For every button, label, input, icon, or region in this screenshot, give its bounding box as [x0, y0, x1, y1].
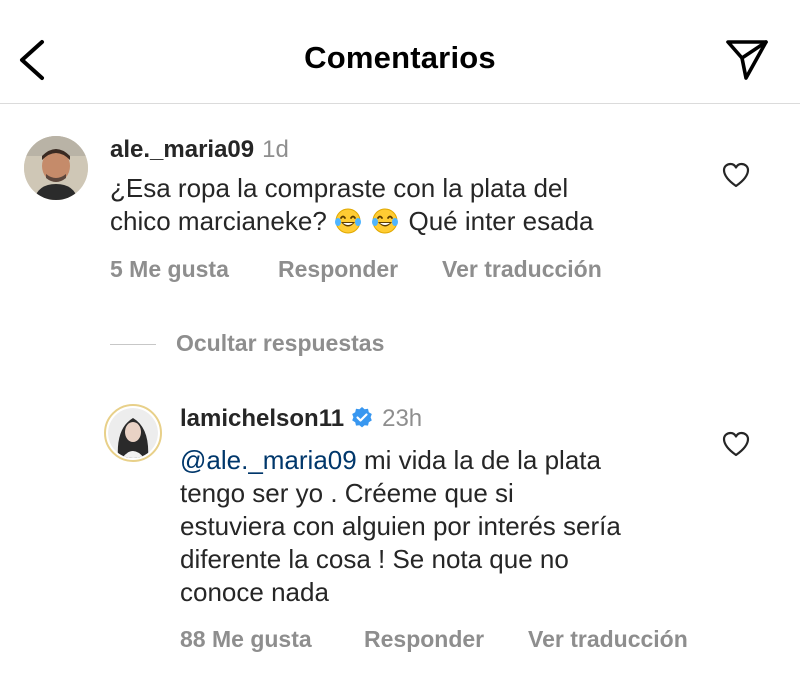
reply-timestamp: 23h: [382, 405, 423, 432]
like-button[interactable]: [722, 162, 752, 190]
reply-text-line: @ale._maria09 mi vida la de la plata: [180, 444, 720, 477]
avatar-image: [108, 408, 158, 458]
comment-text-segment: chico marcianeke?: [110, 206, 327, 236]
translate-button[interactable]: Ver traducción: [442, 256, 602, 283]
reply-text: @ale._maria09 mi vida la de la plata ten…: [180, 444, 720, 609]
reply-button[interactable]: Responder: [364, 626, 528, 653]
like-button[interactable]: [722, 431, 752, 459]
comment-meta: ale._maria09 1d: [110, 136, 289, 164]
avatar[interactable]: [104, 404, 162, 462]
comment-text-segment: Qué inter esada: [408, 206, 594, 236]
reply-text-line: estuviera con alguien por interés sería: [180, 511, 621, 541]
avatar-image: [24, 136, 88, 200]
divider: [110, 344, 156, 345]
avatar[interactable]: [24, 136, 88, 200]
reply-username[interactable]: lamichelson11: [180, 405, 344, 432]
likes-count[interactable]: 5 Me gusta: [110, 256, 278, 283]
reply-text-segment: mi vida la de la plata: [356, 445, 601, 475]
page-title: Comentarios: [304, 40, 496, 75]
verified-badge-icon: [352, 407, 372, 428]
heart-icon: [722, 431, 750, 457]
reply-meta: lamichelson11 23h: [180, 405, 422, 433]
comment-text-line: ¿Esa ropa la compraste con la plata del: [110, 173, 569, 203]
hide-replies-label: Ocultar respuestas: [176, 330, 385, 356]
share-button[interactable]: [724, 36, 770, 82]
translate-button[interactable]: Ver traducción: [528, 626, 688, 653]
laughing-tears-emoji-icon: [372, 208, 399, 234]
comment-text: ¿Esa ropa la compraste con la plata del …: [110, 172, 710, 238]
comment-username[interactable]: ale._maria09: [110, 136, 254, 163]
reply-text-line: conoce nada: [180, 577, 329, 607]
header: Comentarios: [0, 0, 800, 104]
reply-text-line: tengo ser yo . Créeme que si: [180, 478, 514, 508]
comment-actions: 5 Me gusta Responder Ver traducción: [110, 256, 602, 283]
likes-count[interactable]: 88 Me gusta: [180, 626, 364, 653]
comment-text-line: chico marcianeke? Qué inter esada: [110, 205, 710, 238]
laughing-tears-emoji-icon: [335, 208, 362, 234]
comment-timestamp: 1d: [262, 136, 289, 163]
heart-icon: [722, 162, 750, 188]
mention-link[interactable]: @ale._maria09: [180, 445, 357, 475]
reply-actions: 88 Me gusta Responder Ver traducción: [180, 626, 688, 653]
reply-button[interactable]: Responder: [278, 256, 442, 283]
paper-plane-icon: [726, 40, 768, 80]
reply-text-line: diferente la cosa ! Se nota que no: [180, 544, 569, 574]
